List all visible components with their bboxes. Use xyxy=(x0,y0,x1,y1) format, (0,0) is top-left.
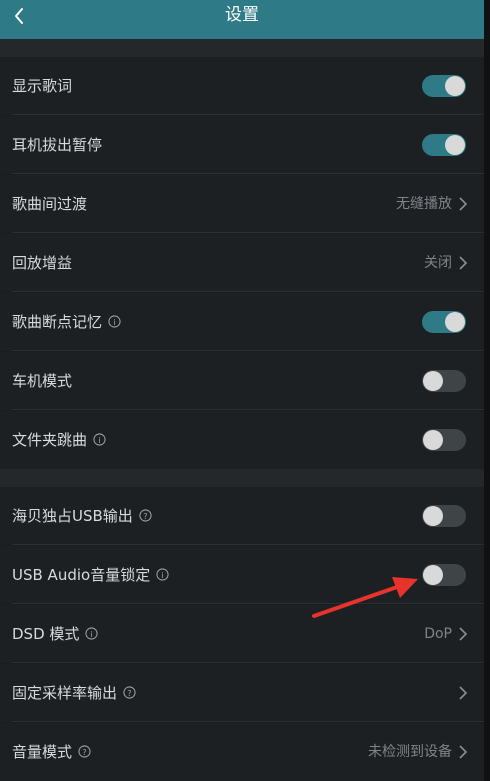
setting-label: 文件夹跳曲 i xyxy=(12,411,106,469)
app-header: 设置 xyxy=(0,0,484,39)
setting-row-car-mode[interactable]: 车机模式 xyxy=(0,352,484,410)
setting-label: 耳机拔出暂停 xyxy=(12,136,103,154)
chevron-right-icon xyxy=(459,745,468,759)
question-icon[interactable]: ? xyxy=(139,508,152,522)
setting-label: 歌曲断点记忆 i xyxy=(12,293,121,351)
svg-text:i: i xyxy=(113,316,115,326)
transition-value: 无缝播放 xyxy=(396,196,452,212)
chevron-right-icon xyxy=(459,686,468,700)
setting-label: 海贝独占USB输出? xyxy=(12,487,152,545)
screen-edge xyxy=(484,0,490,781)
svg-text:i: i xyxy=(162,569,164,579)
setting-row-transition[interactable]: 歌曲间过渡 无缝播放 xyxy=(0,175,484,233)
car-mode-toggle[interactable] xyxy=(422,370,466,392)
page-title: 设置 xyxy=(225,5,259,25)
volume-mode-value: 未检测到设备 xyxy=(368,744,452,760)
svg-text:?: ? xyxy=(82,746,86,756)
setting-row-folder-skip[interactable]: 文件夹跳曲 i xyxy=(0,411,484,469)
info-icon[interactable]: i xyxy=(93,432,106,446)
setting-row-fixed-sample-rate[interactable]: 固定采样率输出? xyxy=(0,664,484,722)
headphone-pause-toggle[interactable] xyxy=(422,134,466,156)
info-icon[interactable]: i xyxy=(156,567,169,581)
chevron-right-icon xyxy=(459,627,468,641)
svg-text:?: ? xyxy=(143,510,147,520)
setting-row-resume[interactable]: 歌曲断点记忆 i xyxy=(0,293,484,351)
annotation-arrow-icon xyxy=(312,577,418,618)
replay-gain-value: 关闭 xyxy=(424,255,452,271)
folder-skip-toggle[interactable] xyxy=(422,429,466,451)
setting-row-show-lyrics[interactable]: 显示歌词 xyxy=(0,57,484,115)
setting-row-headphone-pause[interactable]: 耳机拔出暂停 xyxy=(0,116,484,174)
svg-text:i: i xyxy=(91,628,93,638)
question-icon[interactable]: ? xyxy=(123,685,136,699)
setting-row-replay-gain[interactable]: 回放增益 关闭 xyxy=(0,234,484,292)
svg-text:?: ? xyxy=(127,687,131,697)
setting-label: DSD 模式 i xyxy=(12,605,98,663)
setting-row-volume-mode[interactable]: 音量模式? 未检测到设备 xyxy=(0,723,484,781)
resume-toggle[interactable] xyxy=(422,311,466,333)
question-icon[interactable]: ? xyxy=(78,744,91,758)
setting-label: 车机模式 xyxy=(12,372,73,390)
setting-label: 音量模式? xyxy=(12,723,91,781)
section-gap xyxy=(0,39,484,57)
usb-exclusive-toggle[interactable] xyxy=(422,505,466,527)
svg-text:i: i xyxy=(98,434,100,444)
info-icon[interactable]: i xyxy=(108,314,121,328)
setting-label: 歌曲间过渡 xyxy=(12,195,88,213)
setting-label: 回放增益 xyxy=(12,254,73,272)
show-lyrics-toggle[interactable] xyxy=(422,75,466,97)
info-icon[interactable]: i xyxy=(85,626,98,640)
setting-row-usb-exclusive[interactable]: 海贝独占USB输出? xyxy=(0,487,484,545)
section-gap xyxy=(0,469,484,487)
setting-label: 显示歌词 xyxy=(12,77,73,95)
setting-label: USB Audio音量锁定 i xyxy=(12,546,169,604)
chevron-right-icon xyxy=(459,256,468,270)
chevron-right-icon xyxy=(459,197,468,211)
setting-label: 固定采样率输出? xyxy=(12,664,136,722)
